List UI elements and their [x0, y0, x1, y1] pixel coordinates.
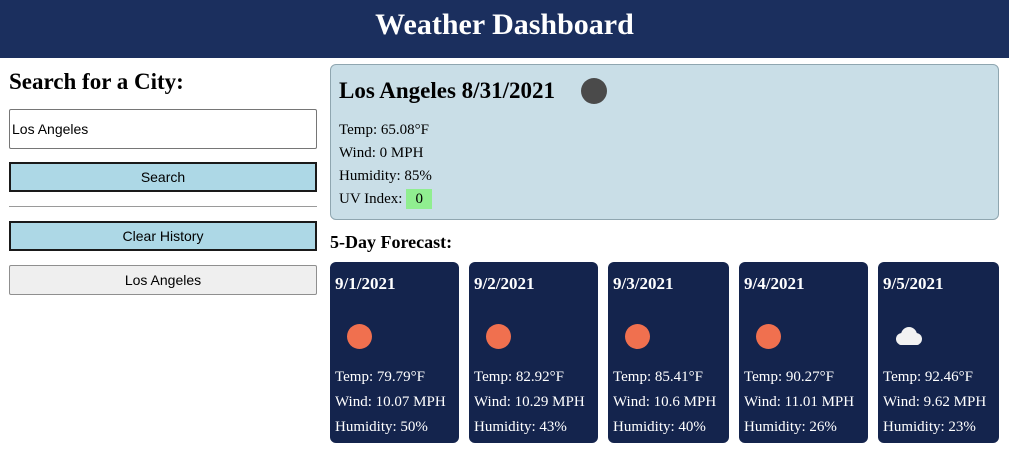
current-uv-row: UV Index: 0	[339, 189, 432, 209]
forecast-temp: Temp: 82.92°F	[474, 369, 564, 385]
uv-label: UV Index:	[339, 191, 403, 207]
search-button[interactable]: Search	[9, 162, 317, 192]
forecast-card-day-3: 9/3/2021 Temp: 85.41°F Wind: 10.6 MPH Hu…	[608, 262, 729, 443]
forecast-wind: Wind: 11.01 MPH	[744, 394, 855, 410]
forecast-wind: Wind: 9.62 MPH	[883, 394, 987, 410]
forecast-humidity: Humidity: 23%	[883, 419, 976, 435]
page-title: Weather Dashboard	[375, 8, 634, 41]
sidebar-divider	[9, 206, 317, 207]
sun-icon	[756, 324, 781, 349]
sun-icon	[347, 324, 372, 349]
sun-icon	[625, 324, 650, 349]
forecast-wind: Wind: 10.29 MPH	[474, 394, 585, 410]
forecast-date: 9/1/2021	[335, 274, 396, 293]
forecast-card-day-1: 9/1/2021 Temp: 79.79°F Wind: 10.07 MPH H…	[330, 262, 459, 443]
city-search-input[interactable]	[9, 109, 317, 149]
forecast-temp: Temp: 79.79°F	[335, 369, 425, 385]
forecast-wind: Wind: 10.6 MPH	[613, 394, 717, 410]
current-wind: Wind: 0 MPH	[339, 145, 424, 161]
forecast-date: 9/4/2021	[744, 274, 805, 293]
forecast-temp: Temp: 90.27°F	[744, 369, 834, 385]
forecast-wind: Wind: 10.07 MPH	[335, 394, 446, 410]
forecast-temp: Temp: 85.41°F	[613, 369, 703, 385]
current-temp: Temp: 65.08°F	[339, 122, 429, 138]
forecast-date: 9/5/2021	[883, 274, 944, 293]
current-humidity: Humidity: 85%	[339, 168, 432, 184]
forecast-card-day-2: 9/2/2021 Temp: 82.92°F Wind: 10.29 MPH H…	[469, 262, 598, 443]
cloud-icon	[896, 327, 922, 345]
current-weather-panel: Los Angeles 8/31/2021 Temp: 65.08°F Wind…	[330, 64, 999, 220]
forecast-card-day-4: 9/4/2021 Temp: 90.27°F Wind: 11.01 MPH H…	[739, 262, 868, 443]
sun-icon	[486, 324, 511, 349]
clear-history-button[interactable]: Clear History	[9, 221, 317, 251]
forecast-humidity: Humidity: 40%	[613, 419, 706, 435]
history-item-button[interactable]: Los Angeles	[9, 265, 317, 295]
current-city-date: Los Angeles 8/31/2021	[339, 78, 555, 103]
search-heading: Search for a City:	[9, 69, 184, 94]
forecast-date: 9/2/2021	[474, 274, 535, 293]
forecast-date: 9/3/2021	[613, 274, 674, 293]
forecast-humidity: Humidity: 43%	[474, 419, 567, 435]
search-sidebar: Search for a City: Search Clear History …	[9, 68, 317, 295]
forecast-humidity: Humidity: 26%	[744, 419, 837, 435]
dark-circle-icon	[581, 78, 607, 104]
forecast-heading: 5-Day Forecast:	[330, 232, 453, 252]
forecast-humidity: Humidity: 50%	[335, 419, 428, 435]
forecast-temp: Temp: 92.46°F	[883, 369, 973, 385]
uv-index-badge: 0	[406, 189, 432, 209]
forecast-card-day-5: 9/5/2021 Temp: 92.46°F Wind: 9.62 MPH Hu…	[878, 262, 999, 443]
app-header: Weather Dashboard	[0, 0, 1009, 58]
